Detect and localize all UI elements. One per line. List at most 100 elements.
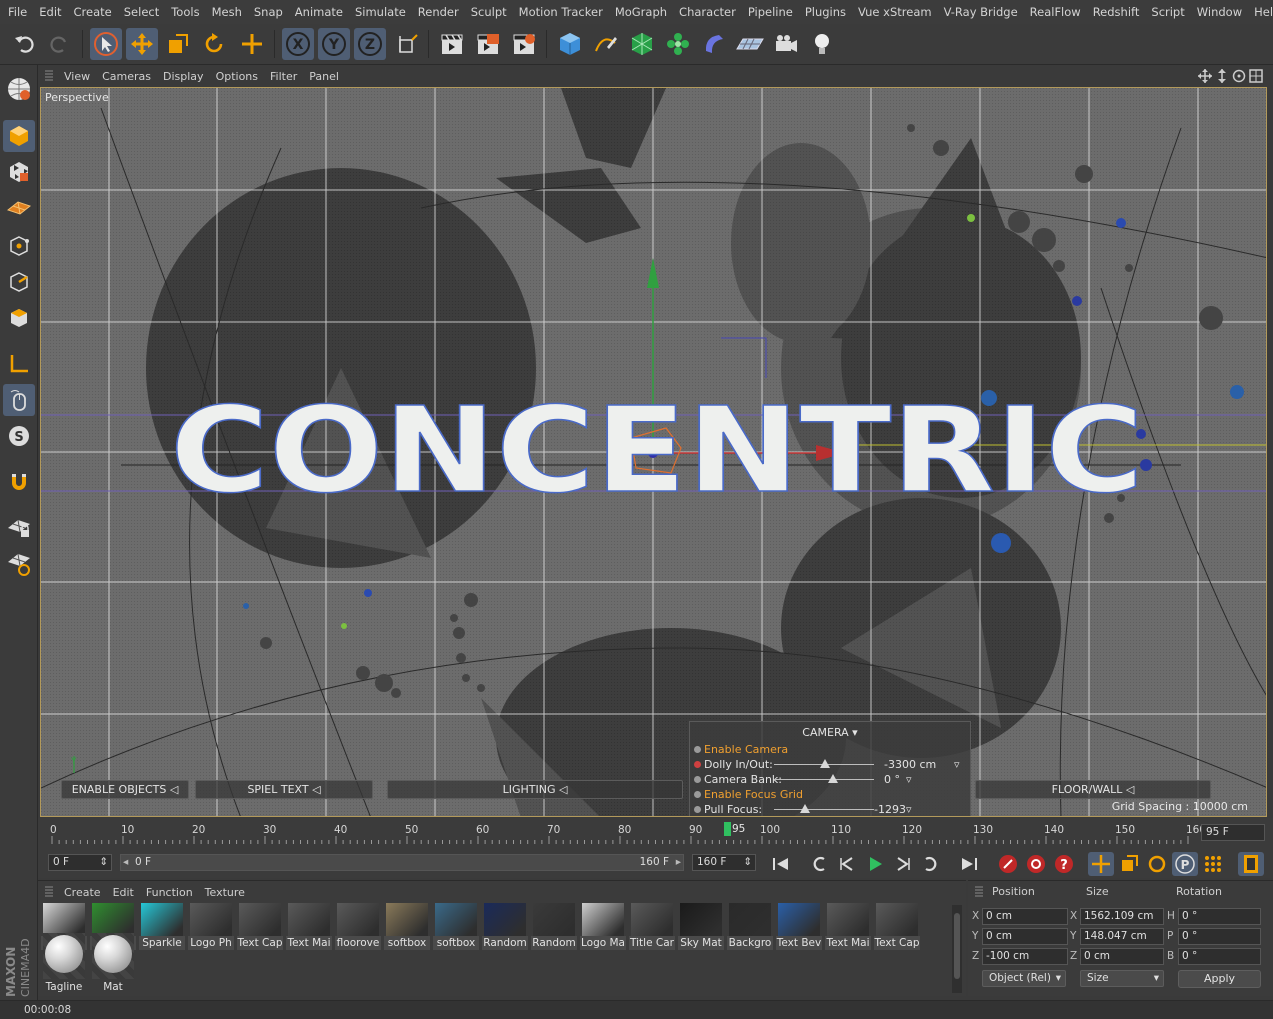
cloner-button[interactable] xyxy=(662,28,694,60)
render-settings-button[interactable] xyxy=(508,28,540,60)
focus-slider-track[interactable] xyxy=(774,809,874,810)
enable-focus-grid-row[interactable]: Enable Focus Grid xyxy=(694,787,966,801)
keyframe-selection-button[interactable]: ? xyxy=(1051,852,1077,876)
menu-realflow[interactable]: RealFlow xyxy=(1024,5,1087,19)
lighting-button[interactable]: LIGHTING ◁ xyxy=(387,780,683,799)
transform-tool-button[interactable] xyxy=(236,28,268,60)
lock-z-axis-button[interactable]: Z xyxy=(354,28,386,60)
viewport-menu-filter[interactable]: Filter xyxy=(264,70,303,83)
make-editable-button[interactable] xyxy=(3,73,35,105)
material-swatch[interactable]: Title Car xyxy=(629,903,675,953)
menu-redshift[interactable]: Redshift xyxy=(1087,5,1146,19)
spiel-text-button[interactable]: SPIEL TEXT ◁ xyxy=(195,780,373,799)
dolly-dropdown-icon[interactable]: ▿ xyxy=(954,758,960,771)
enable-objects-button[interactable]: ENABLE OBJECTS ◁ xyxy=(61,780,189,799)
rotate-view-icon[interactable] xyxy=(1232,69,1246,83)
material-swatch[interactable]: Random xyxy=(482,903,528,953)
zoom-view-icon[interactable] xyxy=(1218,69,1226,83)
coordinate-mode-dropdown[interactable]: Object (Rel) ▾ xyxy=(982,970,1066,987)
material-menu-texture[interactable]: Texture xyxy=(199,886,251,899)
material-swatch[interactable]: Sky Mat xyxy=(678,903,724,953)
menu-v-ray-bridge[interactable]: V-Ray Bridge xyxy=(938,5,1024,19)
scale-track-button[interactable] xyxy=(1116,852,1142,876)
material-menu-edit[interactable]: Edit xyxy=(107,886,140,899)
scale-tool-button[interactable] xyxy=(162,28,194,60)
points-mode-button[interactable] xyxy=(3,230,35,262)
menu-render[interactable]: Render xyxy=(412,5,465,19)
menu-character[interactable]: Character xyxy=(673,5,742,19)
pan-view-icon[interactable] xyxy=(1198,69,1212,83)
menu-create[interactable]: Create xyxy=(68,5,118,19)
menu-sculpt[interactable]: Sculpt xyxy=(465,5,513,19)
position-field[interactable]: 0 cm xyxy=(982,908,1068,925)
edges-mode-button[interactable] xyxy=(3,266,35,298)
frame-ruler[interactable]: 0 10 20 30 40 50 60 70 80 90 100 110 120 130 140 150 160 xyxy=(48,824,1206,844)
pull-focus-row[interactable]: Pull Focus: -1293 ▿ xyxy=(694,802,966,816)
maximize-view-icon[interactable] xyxy=(1249,69,1263,83)
radio-dot-icon[interactable] xyxy=(694,745,701,753)
model-mode-button[interactable] xyxy=(3,120,35,152)
go-to-end-button[interactable] xyxy=(956,852,982,876)
scrollbar-thumb[interactable] xyxy=(954,913,960,979)
viewport-menu-panel[interactable]: Panel xyxy=(303,70,345,83)
menu-help[interactable]: Help xyxy=(1248,5,1273,19)
texture-mode-button[interactable] xyxy=(3,156,35,188)
menu-script[interactable]: Script xyxy=(1145,5,1190,19)
viewport-menu-options[interactable]: Options xyxy=(210,70,264,83)
axis-mode-button[interactable] xyxy=(3,348,35,380)
preview-range-slider[interactable]: ◂ 0 F 160 F ▸ xyxy=(120,854,684,871)
material-swatch[interactable]: Sparkle xyxy=(139,903,185,953)
material-swatch[interactable]: Tagline xyxy=(41,933,87,993)
grip-icon[interactable] xyxy=(44,70,54,82)
camera-bank-row[interactable]: Camera Bank: 0 ° ▿ xyxy=(694,772,966,786)
floor-wall-button[interactable]: FLOOR/WALL ◁ xyxy=(975,780,1211,799)
rotation-field[interactable]: 0 ° xyxy=(1178,928,1261,945)
play-button[interactable] xyxy=(862,852,888,876)
keyframe-dot-icon[interactable] xyxy=(694,760,701,768)
menu-snap[interactable]: Snap xyxy=(248,5,289,19)
material-swatch[interactable]: Random xyxy=(531,903,577,953)
camera-object-button[interactable] xyxy=(770,28,802,60)
bank-slider-knob[interactable] xyxy=(828,774,838,783)
material-swatch[interactable]: Text Bev xyxy=(776,903,822,953)
position-field[interactable]: -100 cm xyxy=(982,948,1068,965)
dolly-in-out-row[interactable]: Dolly In/Out: -3300 cm ▿ xyxy=(694,757,966,771)
perspective-viewport[interactable]: CONCENTRIC Y Perspective ENABLE OBJECTS … xyxy=(40,87,1267,817)
start-frame-field[interactable]: 0 F ⇕ xyxy=(48,854,112,871)
coordinate-system-button[interactable] xyxy=(392,28,424,60)
rotation-track-button[interactable] xyxy=(1144,852,1170,876)
undo-button[interactable] xyxy=(8,28,40,60)
material-menu-create[interactable]: Create xyxy=(58,886,107,899)
size-mode-dropdown[interactable]: Size ▾ xyxy=(1080,970,1164,987)
material-swatch[interactable]: Text Cap xyxy=(874,903,920,953)
bank-slider-track[interactable] xyxy=(774,779,874,780)
menu-mesh[interactable]: Mesh xyxy=(206,5,248,19)
solo-mode-button[interactable]: S xyxy=(3,420,35,452)
live-selection-button[interactable] xyxy=(90,28,122,60)
lock-y-axis-button[interactable]: Y xyxy=(318,28,350,60)
enable-camera-row[interactable]: Enable Camera xyxy=(694,742,966,756)
grip-icon[interactable] xyxy=(44,886,54,898)
previous-key-button[interactable] xyxy=(806,852,832,876)
material-swatch[interactable]: softbox xyxy=(433,903,479,953)
viewport-menu-view[interactable]: View xyxy=(58,70,96,83)
dolly-slider-knob[interactable] xyxy=(820,759,830,768)
apply-button[interactable]: Apply xyxy=(1178,970,1261,988)
render-view-button[interactable] xyxy=(436,28,468,60)
material-swatch[interactable]: softbox xyxy=(384,903,430,953)
rotation-field[interactable]: 0 ° xyxy=(1178,908,1261,925)
material-swatch[interactable]: Logo Ma xyxy=(580,903,626,953)
camera-hud-title[interactable]: CAMERA ▾ xyxy=(690,726,970,739)
light-object-button[interactable] xyxy=(806,28,838,60)
snap-toggle-button[interactable] xyxy=(3,466,35,498)
lock-x-axis-button[interactable]: X xyxy=(282,28,314,60)
go-to-start-button[interactable] xyxy=(768,852,794,876)
bank-dropdown-icon[interactable]: ▿ xyxy=(906,773,912,786)
menu-window[interactable]: Window xyxy=(1191,5,1248,19)
radio-dot-icon[interactable] xyxy=(694,790,701,798)
tweak-mode-button[interactable] xyxy=(3,384,35,416)
material-swatch[interactable]: Logo Ph xyxy=(188,903,234,953)
previous-frame-button[interactable] xyxy=(834,852,860,876)
move-tool-button[interactable] xyxy=(126,28,158,60)
material-swatch[interactable]: Backgro xyxy=(727,903,773,953)
